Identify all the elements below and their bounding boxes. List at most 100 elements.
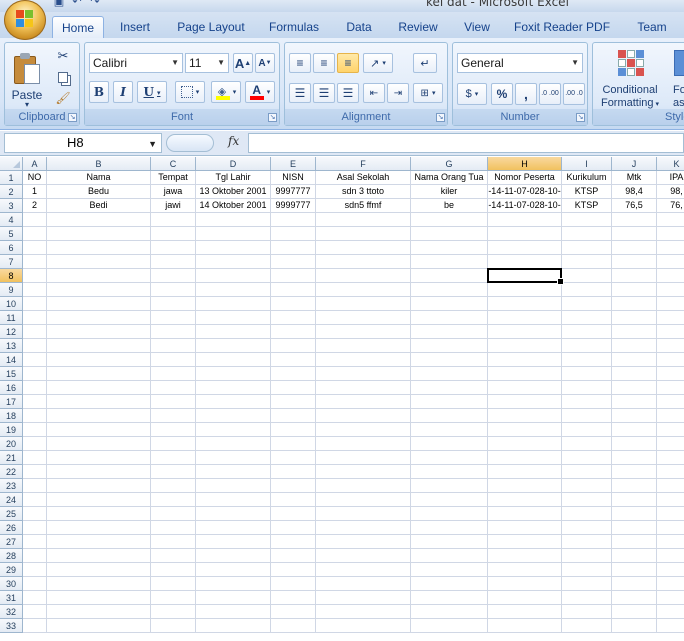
cell-g22[interactable] [411,465,488,479]
cell-i30[interactable] [562,577,612,591]
cell-i31[interactable] [562,591,612,605]
cell-j2[interactable]: 98,4 [612,185,657,199]
cell-k4[interactable] [657,213,684,227]
cell-i6[interactable] [562,241,612,255]
cell-c2[interactable]: jawa [151,185,196,199]
cell-c25[interactable] [151,507,196,521]
cell-a23[interactable] [23,479,47,493]
cell-d12[interactable] [196,325,271,339]
cell-e7[interactable] [271,255,316,269]
cell-a17[interactable] [23,395,47,409]
cell-b13[interactable] [47,339,151,353]
cell-k31[interactable] [657,591,684,605]
cell-i15[interactable] [562,367,612,381]
cell-d16[interactable] [196,381,271,395]
cell-h26[interactable] [488,521,562,535]
cell-b6[interactable] [47,241,151,255]
column-header-k[interactable]: K [657,157,684,171]
cell-f1[interactable]: Asal Sekolah [316,171,411,185]
cell-f2[interactable]: sdn 3 ttoto [316,185,411,199]
cell-g13[interactable] [411,339,488,353]
insert-function-icon[interactable]: fx [228,134,239,148]
cell-b11[interactable] [47,311,151,325]
cell-b9[interactable] [47,283,151,297]
underline-button[interactable]: U ▾ [137,81,167,103]
cell-c4[interactable] [151,213,196,227]
cell-a21[interactable] [23,451,47,465]
row-header-6[interactable]: 6 [0,241,23,255]
cell-g2[interactable]: kiler [411,185,488,199]
cell-i7[interactable] [562,255,612,269]
cell-g4[interactable] [411,213,488,227]
cell-d14[interactable] [196,353,271,367]
cell-g27[interactable] [411,535,488,549]
cell-h21[interactable] [488,451,562,465]
cell-j26[interactable] [612,521,657,535]
cell-h27[interactable] [488,535,562,549]
column-header-g[interactable]: G [411,157,488,171]
cell-e11[interactable] [271,311,316,325]
tab-foxit-reader-pdf[interactable]: Foxit Reader PDF [514,16,610,38]
cell-a15[interactable] [23,367,47,381]
cell-b2[interactable]: Bedu [47,185,151,199]
cell-k30[interactable] [657,577,684,591]
cell-j15[interactable] [612,367,657,381]
cell-f14[interactable] [316,353,411,367]
cell-d32[interactable] [196,605,271,619]
cell-b28[interactable] [47,549,151,563]
cell-i18[interactable] [562,409,612,423]
cell-k26[interactable] [657,521,684,535]
cell-e2[interactable]: 9997777 [271,185,316,199]
cell-f11[interactable] [316,311,411,325]
cell-k28[interactable] [657,549,684,563]
format-as-table-button[interactable]: Fo as T [667,45,684,109]
cell-h7[interactable] [488,255,562,269]
cell-e10[interactable] [271,297,316,311]
cell-g21[interactable] [411,451,488,465]
row-header-30[interactable]: 30 [0,577,23,591]
cell-a22[interactable] [23,465,47,479]
cell-c6[interactable] [151,241,196,255]
cell-j27[interactable] [612,535,657,549]
cell-f18[interactable] [316,409,411,423]
cell-e23[interactable] [271,479,316,493]
column-header-i[interactable]: I [562,157,612,171]
row-header-5[interactable]: 5 [0,227,23,241]
cell-j23[interactable] [612,479,657,493]
cell-g31[interactable] [411,591,488,605]
cell-c31[interactable] [151,591,196,605]
increase-indent-icon[interactable]: ⇥ [387,83,409,103]
cell-h8[interactable] [488,269,562,283]
conditional-formatting-button[interactable]: Conditional Formatting ▾ [595,45,665,109]
cell-e27[interactable] [271,535,316,549]
cell-f21[interactable] [316,451,411,465]
row-header-11[interactable]: 11 [0,311,23,325]
wrap-text-icon[interactable]: ↵ [413,53,437,73]
cell-c18[interactable] [151,409,196,423]
formula-expand-handle[interactable] [166,134,214,152]
cell-a27[interactable] [23,535,47,549]
cell-d26[interactable] [196,521,271,535]
select-all-corner[interactable] [0,157,23,171]
row-header-3[interactable]: 3 [0,199,23,213]
comma-button[interactable]: , [515,83,537,105]
row-header-20[interactable]: 20 [0,437,23,451]
cell-h29[interactable] [488,563,562,577]
cell-b12[interactable] [47,325,151,339]
cell-d4[interactable] [196,213,271,227]
undo-icon[interactable]: ↶ [70,0,84,8]
cell-b10[interactable] [47,297,151,311]
cell-d9[interactable] [196,283,271,297]
cell-d24[interactable] [196,493,271,507]
cell-j14[interactable] [612,353,657,367]
cell-j18[interactable] [612,409,657,423]
cell-k13[interactable] [657,339,684,353]
cell-f26[interactable] [316,521,411,535]
row-header-18[interactable]: 18 [0,409,23,423]
cell-a14[interactable] [23,353,47,367]
row-header-29[interactable]: 29 [0,563,23,577]
cell-a32[interactable] [23,605,47,619]
row-header-15[interactable]: 15 [0,367,23,381]
cell-h22[interactable] [488,465,562,479]
cell-d29[interactable] [196,563,271,577]
